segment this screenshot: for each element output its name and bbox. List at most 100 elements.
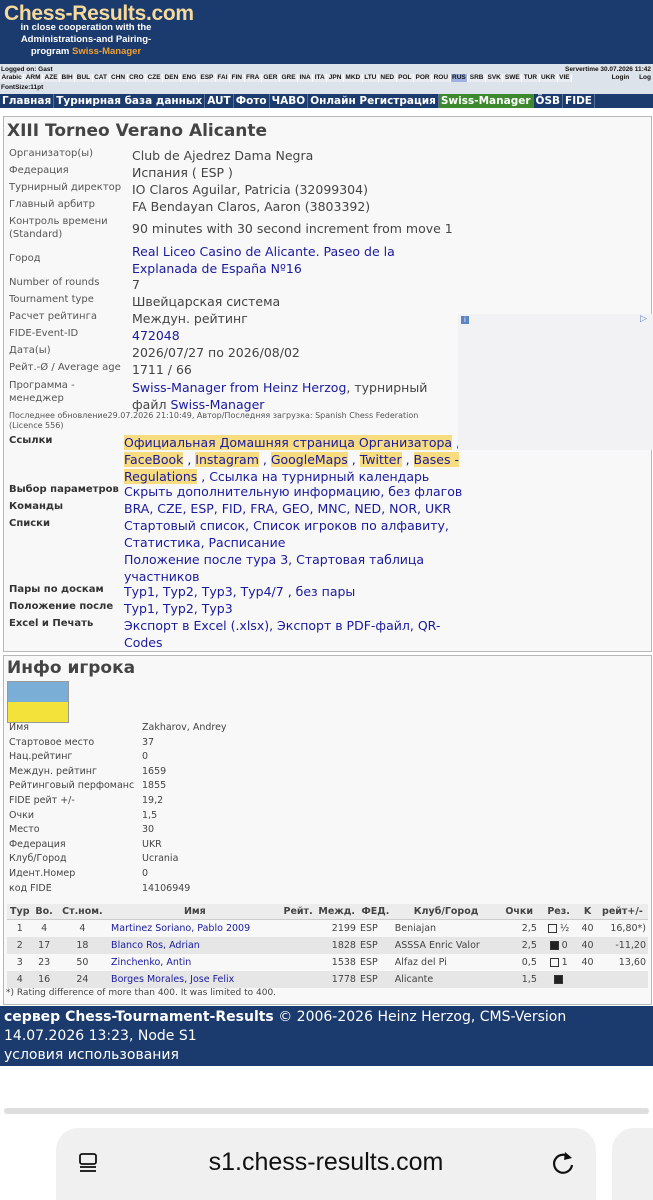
browser-side-button[interactable] bbox=[612, 1128, 653, 1200]
url-text[interactable]: s1.chess-results.com bbox=[56, 1148, 596, 1177]
language-fai[interactable]: FAI bbox=[215, 74, 231, 82]
team-link[interactable]: BRA bbox=[124, 501, 149, 516]
standings-after-link[interactable]: Положение после тура 3 bbox=[124, 552, 288, 567]
opponent-link[interactable]: Blanco Ros, Adrian bbox=[111, 940, 200, 951]
nav-aut[interactable]: AUT bbox=[205, 94, 234, 108]
nav-online-registration[interactable]: Онлайн Регистрация bbox=[308, 94, 439, 108]
nav-photo[interactable]: Фото bbox=[234, 94, 270, 108]
team-link[interactable]: FID bbox=[222, 501, 243, 516]
tournament-file-link[interactable]: Swiss-Manager bbox=[170, 397, 264, 412]
start-list-link[interactable]: Стартовый список bbox=[124, 518, 245, 533]
language-esp[interactable]: ESP bbox=[198, 74, 216, 82]
team-link[interactable]: GEO bbox=[282, 501, 309, 516]
language-cze[interactable]: CZE bbox=[146, 74, 164, 82]
language-bih[interactable]: BIH bbox=[60, 74, 76, 82]
facebook-link[interactable]: FaceBook bbox=[124, 452, 184, 467]
pairing-round-link[interactable]: Тур4/7 bbox=[241, 584, 284, 599]
language-ita[interactable]: ITA bbox=[313, 74, 328, 82]
nav-swiss-manager[interactable]: Swiss-Manager bbox=[438, 94, 534, 108]
language-rou[interactable]: ROU bbox=[432, 74, 451, 82]
hide-info-link[interactable]: Скрыть дополнительную информацию bbox=[124, 484, 380, 499]
login-link[interactable]: Login bbox=[612, 74, 630, 81]
team-link[interactable]: UKR bbox=[425, 501, 451, 516]
language-aze[interactable]: AZE bbox=[43, 74, 61, 82]
ad-info-icon[interactable]: i bbox=[461, 316, 469, 324]
schedule-link[interactable]: Расписание bbox=[209, 535, 286, 550]
no-flags-link[interactable]: без флагов bbox=[388, 484, 462, 499]
instagram-link[interactable]: Instagram bbox=[195, 452, 259, 467]
log-link[interactable]: Log bbox=[639, 74, 651, 81]
language-bul[interactable]: BUL bbox=[75, 74, 93, 82]
language-fin[interactable]: FIN bbox=[230, 74, 245, 82]
fide-event-link[interactable]: 472048 bbox=[132, 327, 462, 344]
standings-round-link[interactable]: Тур1 bbox=[124, 601, 155, 616]
no-pairing-link[interactable]: без пары bbox=[296, 584, 356, 599]
language-ned[interactable]: NED bbox=[378, 74, 397, 82]
city-link[interactable]: Real Liceo Casino de Alicante. Paseo de … bbox=[132, 243, 462, 277]
team-link[interactable]: FRA bbox=[250, 501, 274, 516]
ad-frame[interactable]: i ▷ bbox=[458, 314, 653, 450]
opponent-link[interactable]: Borges Morales, Jose Felix bbox=[111, 974, 234, 985]
ad-choices-icon[interactable]: ▷ bbox=[640, 314, 647, 324]
googlemaps-link[interactable]: GoogleMaps bbox=[270, 452, 348, 467]
language-rus[interactable]: RUS bbox=[450, 74, 469, 82]
language-vie[interactable]: VIE bbox=[557, 74, 573, 82]
nav-home[interactable]: Главная bbox=[0, 94, 55, 108]
server-link[interactable]: сервер Chess-Tournament-Results bbox=[4, 1009, 274, 1025]
team-link[interactable]: CZE bbox=[157, 501, 182, 516]
language-jpn[interactable]: JPN bbox=[327, 74, 344, 82]
team-link[interactable]: ESP bbox=[190, 501, 213, 516]
twitter-link[interactable]: Twitter bbox=[359, 452, 402, 467]
terms-link[interactable]: условия использования bbox=[4, 1046, 179, 1065]
opponent-link[interactable]: Martinez Soriano, Pablo bbox=[111, 923, 223, 934]
opponent-link[interactable]: Zinchenko, Antin bbox=[111, 957, 191, 968]
font-size-selector[interactable]: FontSize:11pt bbox=[1, 84, 43, 91]
statistics-link[interactable]: Статистика bbox=[124, 535, 201, 550]
language-svk[interactable]: SVK bbox=[486, 74, 504, 82]
language-mkd[interactable]: MKD bbox=[343, 74, 363, 82]
language-por[interactable]: POR bbox=[413, 74, 433, 82]
language-chn[interactable]: CHN bbox=[109, 74, 128, 82]
calendar-link[interactable]: Ссылка на турнирный календарь bbox=[209, 469, 429, 484]
language-tur[interactable]: TUR bbox=[522, 74, 540, 82]
language-swe[interactable]: SWE bbox=[503, 74, 523, 82]
reload-icon[interactable] bbox=[550, 1150, 576, 1176]
browser-address-bar[interactable]: s1.chess-results.com bbox=[56, 1128, 596, 1200]
nav-osb[interactable]: ÖSB bbox=[534, 94, 564, 108]
nav-faq[interactable]: ЧАВО bbox=[270, 94, 309, 108]
export-excel-link[interactable]: Экспорт в Excel (.xlsx) bbox=[124, 618, 269, 633]
nav-tournament-db[interactable]: Турнирная база данных bbox=[54, 94, 206, 108]
flag-stripe-bottom bbox=[8, 702, 68, 722]
language-ukr[interactable]: UKR bbox=[539, 74, 558, 82]
language-eng[interactable]: ENG bbox=[180, 74, 199, 82]
player-field-row: Стартовое место 37 bbox=[9, 736, 155, 748]
language-fra[interactable]: FRA bbox=[244, 74, 262, 82]
language-gre[interactable]: GRE bbox=[279, 74, 299, 82]
standings-round-link[interactable]: Тур3 bbox=[202, 601, 233, 616]
team-link[interactable]: MNC bbox=[317, 501, 346, 516]
language-arabic[interactable]: Arabic bbox=[0, 74, 25, 82]
pairing-round-link[interactable]: Тур1 bbox=[124, 584, 155, 599]
organizer-homepage-link[interactable]: Официальная Домашняя страница Организато… bbox=[124, 435, 453, 450]
site-header: Chess-Results.com in close cooperation w… bbox=[0, 0, 653, 64]
swiss-manager-link[interactable]: Swiss-Manager from Heinz Herzog bbox=[132, 380, 346, 395]
language-ina[interactable]: INA bbox=[298, 74, 314, 82]
language-ger[interactable]: GER bbox=[261, 74, 280, 82]
export-pdf-link[interactable]: Экспорт в PDF-файл bbox=[277, 618, 410, 633]
language-arm[interactable]: ARM bbox=[24, 74, 44, 82]
alpha-list-link[interactable]: Список игроков по алфавиту bbox=[253, 518, 445, 533]
nav-fide[interactable]: FIDE bbox=[563, 94, 595, 108]
pairing-round-link[interactable]: Тур2 bbox=[163, 584, 194, 599]
language-pol[interactable]: POL bbox=[396, 74, 414, 82]
language-srb[interactable]: SRB bbox=[468, 74, 486, 82]
standings-round-link[interactable]: Тур2 bbox=[163, 601, 194, 616]
pairing-round-link[interactable]: Тур3 bbox=[202, 584, 233, 599]
status-bar: Logged on: Gast Servertime 30.07.2026 11… bbox=[0, 64, 653, 94]
language-cat[interactable]: CAT bbox=[92, 74, 110, 82]
team-link[interactable]: NED bbox=[354, 501, 381, 516]
language-den[interactable]: DEN bbox=[163, 74, 181, 82]
team-link[interactable]: NOR bbox=[389, 501, 417, 516]
language-ltu[interactable]: LTU bbox=[362, 74, 379, 82]
arbiter-value: FA Bendayan Claros, Aaron (3803392) bbox=[132, 199, 371, 214]
language-cro[interactable]: CRO bbox=[127, 74, 147, 82]
